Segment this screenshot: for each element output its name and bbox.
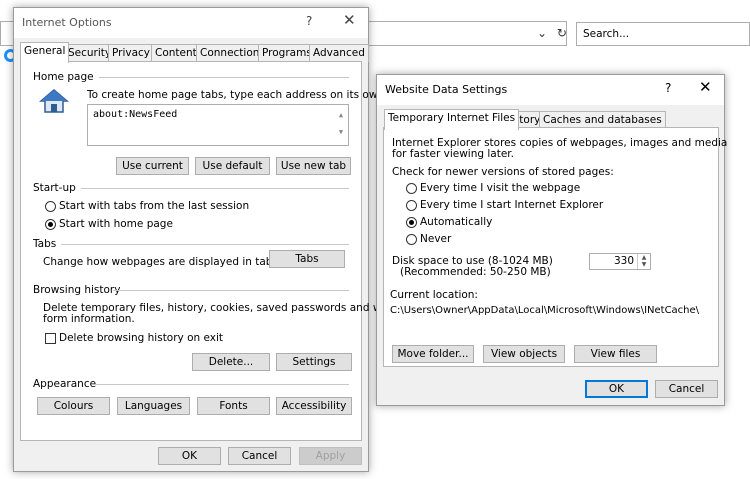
title-bar: Website Data Settings ? ✕ bbox=[377, 75, 724, 105]
stepper-arrows-icon[interactable]: ▲ ▼ bbox=[637, 254, 650, 269]
dialog-title: Website Data Settings bbox=[385, 83, 508, 96]
view-files-button[interactable]: View files bbox=[574, 345, 657, 363]
ok-button[interactable]: OK bbox=[158, 447, 221, 465]
address-bar-icons: ⌄ ↻ bbox=[537, 26, 567, 40]
home-page-textarea[interactable]: about:NewsFeed ▲ ▼ bbox=[87, 104, 349, 146]
check-every-visit-label: Every time I visit the webpage bbox=[420, 182, 581, 194]
divider bbox=[95, 384, 349, 385]
fonts-button[interactable]: Fonts bbox=[197, 397, 270, 415]
home-page-heading: Home page bbox=[33, 71, 94, 83]
disk-space-recommended: (Recommended: 50-250 MB) bbox=[400, 266, 551, 278]
colours-button[interactable]: Colours bbox=[37, 397, 110, 415]
accessibility-button[interactable]: Accessibility bbox=[276, 397, 352, 415]
disk-space-value: 330 bbox=[613, 255, 634, 267]
temporary-files-page: Internet Explorer stores copies of webpa… bbox=[383, 127, 727, 367]
delete-button[interactable]: Delete... bbox=[192, 353, 270, 371]
appearance-heading: Appearance bbox=[33, 378, 97, 390]
home-page-instruction: To create home page tabs, type each addr… bbox=[87, 89, 410, 101]
tabs-button[interactable]: Tabs bbox=[269, 250, 345, 268]
check-automatically-label: Automatically bbox=[420, 216, 493, 228]
website-data-settings-dialog: Website Data Settings ? ✕ Temporary Inte… bbox=[376, 74, 727, 406]
search-input[interactable]: Search... bbox=[576, 22, 750, 46]
divider bbox=[61, 244, 349, 245]
refresh-icon[interactable]: ↻ bbox=[557, 26, 567, 40]
house-icon bbox=[38, 88, 70, 114]
divider bbox=[113, 290, 349, 291]
scrollbar[interactable]: ▲ ▼ bbox=[336, 107, 346, 143]
check-every-start-radio[interactable] bbox=[406, 200, 417, 211]
view-objects-button[interactable]: View objects bbox=[483, 345, 565, 363]
apply-button[interactable]: Apply bbox=[299, 447, 362, 465]
browsing-history-description-2: form information. bbox=[43, 313, 135, 325]
ok-button[interactable]: OK bbox=[585, 380, 648, 398]
tab-programs[interactable]: Programs bbox=[258, 44, 316, 62]
tab-temporary-internet-files[interactable]: Temporary Internet Files bbox=[384, 109, 520, 130]
dialog-title: Internet Options bbox=[22, 16, 112, 29]
startup-heading: Start-up bbox=[33, 182, 76, 194]
tab-content[interactable]: Content bbox=[151, 44, 201, 62]
startup-last-session-radio[interactable] bbox=[45, 201, 56, 212]
delete-on-exit-checkbox[interactable] bbox=[45, 333, 56, 344]
use-current-button[interactable]: Use current bbox=[116, 157, 189, 175]
move-folder-button[interactable]: Move folder... bbox=[392, 345, 474, 363]
startup-home-page-radio[interactable] bbox=[45, 219, 56, 230]
check-never-radio[interactable] bbox=[406, 234, 417, 245]
check-never-label: Never bbox=[420, 233, 452, 245]
tabs-heading: Tabs bbox=[33, 238, 57, 250]
check-heading: Check for newer versions of stored pages… bbox=[392, 166, 614, 178]
tab-privacy[interactable]: Privacy bbox=[108, 44, 155, 62]
use-default-button[interactable]: Use default bbox=[195, 157, 270, 175]
disk-space-stepper[interactable]: 330 ▲ ▼ bbox=[589, 253, 651, 270]
close-icon[interactable]: ✕ bbox=[343, 11, 356, 29]
settings-button[interactable]: Settings bbox=[276, 353, 352, 371]
startup-home-page-label: Start with home page bbox=[59, 218, 173, 230]
check-every-visit-radio[interactable] bbox=[406, 183, 417, 194]
tab-advanced[interactable]: Advanced bbox=[309, 44, 369, 62]
browsing-history-heading: Browsing history bbox=[33, 284, 121, 296]
help-icon[interactable]: ? bbox=[665, 81, 671, 95]
help-icon[interactable]: ? bbox=[306, 14, 312, 28]
close-icon[interactable]: ✕ bbox=[699, 78, 712, 96]
startup-last-session-label: Start with tabs from the last session bbox=[59, 200, 250, 212]
cancel-button[interactable]: Cancel bbox=[655, 380, 718, 398]
cancel-button[interactable]: Cancel bbox=[228, 447, 291, 465]
check-automatically-radio[interactable] bbox=[406, 217, 417, 228]
current-location-path: C:\Users\Owner\AppData\Local\Microsoft\W… bbox=[390, 305, 700, 316]
current-location-heading: Current location: bbox=[390, 289, 478, 301]
intro-text-2: for faster viewing later. bbox=[392, 148, 514, 160]
title-bar: Internet Options ? ✕ bbox=[14, 8, 368, 38]
general-tab-page: Home page To create home page tabs, type… bbox=[20, 61, 410, 441]
chevron-down-icon[interactable]: ⌄ bbox=[537, 26, 547, 40]
tabs-description: Change how webpages are displayed in tab… bbox=[43, 256, 282, 268]
delete-on-exit-label: Delete browsing history on exit bbox=[59, 332, 224, 344]
languages-button[interactable]: Languages bbox=[117, 397, 190, 415]
tab-general[interactable]: General bbox=[20, 42, 70, 63]
check-every-start-label: Every time I start Internet Explorer bbox=[420, 199, 604, 211]
home-page-value: about:NewsFeed bbox=[93, 109, 178, 120]
divider bbox=[99, 77, 349, 78]
use-new-tab-button[interactable]: Use new tab bbox=[276, 157, 351, 175]
divider bbox=[81, 188, 349, 189]
internet-options-dialog: Internet Options ? ✕ General Security Pr… bbox=[13, 7, 410, 472]
